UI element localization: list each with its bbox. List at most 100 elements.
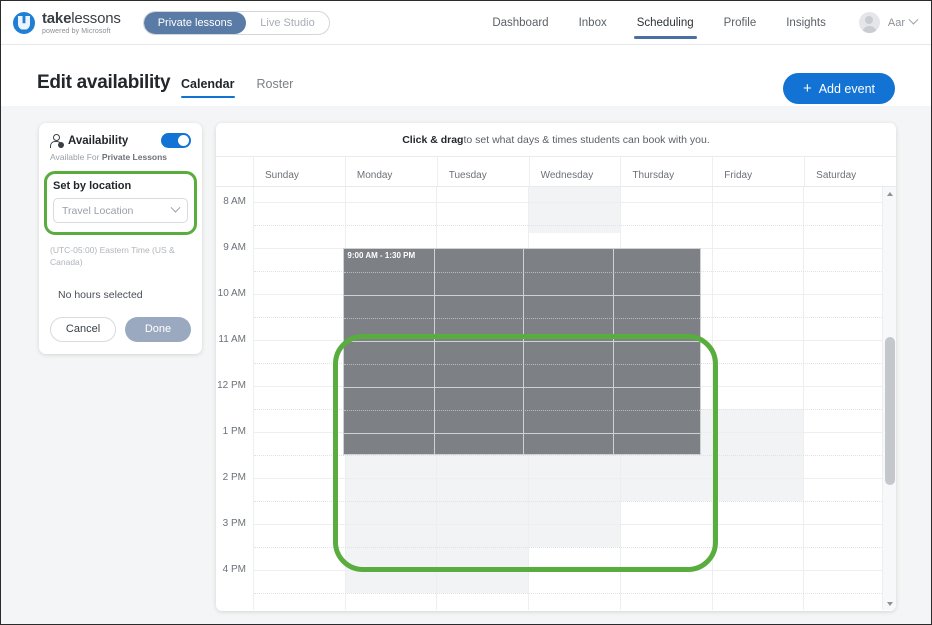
scrollbar-thumb[interactable] — [885, 337, 895, 485]
selection-grid-line — [344, 272, 701, 273]
grid-line — [254, 524, 896, 525]
segment-private-lessons[interactable]: Private lessons — [143, 11, 247, 34]
main-nav: Dashboard Inbox Scheduling Profile Insig… — [477, 1, 931, 45]
selection-grid-line — [344, 364, 701, 365]
calendar-scrollbar[interactable] — [882, 187, 896, 610]
logo-bold: take — [42, 9, 72, 27]
grid-line — [254, 455, 896, 456]
day-header-sunday: Sunday — [254, 157, 346, 186]
page-body: Availability Available For Private Lesso… — [1, 106, 931, 624]
day-header-wednesday: Wednesday — [530, 157, 622, 186]
selection-grid-line — [344, 318, 701, 319]
availability-header-row: Availability — [50, 133, 191, 148]
selection-grid-line — [344, 341, 701, 342]
selection-day-divider — [612, 249, 614, 454]
logo-subtitle: powered by Microsoft — [42, 27, 111, 35]
add-event-button[interactable]: + Add event — [782, 73, 895, 104]
grid-line — [254, 478, 896, 479]
time-label-11-am: 11 AM — [218, 334, 246, 345]
day-header-thursday: Thursday — [621, 157, 714, 186]
banner-rest-text: to set what days & times students can bo… — [463, 133, 710, 146]
cancel-button[interactable]: Cancel — [50, 316, 117, 342]
grid-line — [254, 570, 896, 571]
time-label-9-am: 9 AM — [223, 242, 246, 253]
panel-actions: Cancel Done — [50, 316, 191, 342]
plus-icon: + — [802, 80, 812, 97]
time-gutter-header — [216, 157, 254, 186]
day-header-tuesday: Tuesday — [438, 157, 530, 186]
selection-day-divider — [433, 249, 435, 454]
time-label-1-pm: 1 PM — [222, 426, 246, 437]
add-event-label: Add event — [818, 81, 875, 96]
nav-item-inbox[interactable]: Inbox — [564, 1, 622, 45]
nav-item-dashboard[interactable]: Dashboard — [477, 1, 563, 45]
user-avatar-icon — [858, 12, 880, 33]
subtab-roster[interactable]: Roster — [257, 77, 294, 98]
logo-light: lessons — [71, 9, 121, 27]
grid-line — [254, 547, 896, 548]
time-label-2-pm: 2 PM — [222, 472, 246, 483]
page-subtabs: Calendar Roster — [181, 77, 315, 98]
user-menu[interactable]: Aar — [858, 12, 919, 33]
availability-panel: Availability Available For Private Lesso… — [39, 123, 202, 354]
calendar-grid[interactable]: 8 AM 9 AM 10 AM 11 AM 12 PM 1 PM 2 PM 3 PM 4 PM … — [216, 187, 896, 610]
selection-grid-line — [344, 410, 701, 411]
selection-grid-line — [344, 387, 701, 388]
set-by-location-label: Set by location — [53, 180, 132, 192]
top-navigation-bar: takelessons powered by Microsoft Private… — [1, 1, 931, 45]
set-by-location-highlight: Set by location Travel Location — [44, 171, 197, 235]
time-label-10-am: 10 AM — [217, 288, 246, 299]
available-for-text: Available For Private Lessons — [50, 152, 191, 162]
time-label-4-pm: 4 PM — [222, 564, 246, 575]
calendar-panel: Click & drag to set what days & times st… — [216, 123, 896, 611]
selection-grid-line — [344, 433, 701, 434]
grid-line — [254, 593, 896, 594]
calendar-instruction-banner: Click & drag to set what days & times st… — [216, 123, 896, 157]
lesson-mode-segmented-control[interactable]: Private lessons Live Studio — [142, 10, 330, 35]
availability-title: Availability — [68, 134, 129, 147]
banner-bold-text: Click & drag — [402, 133, 464, 146]
availability-title-group: Availability — [50, 134, 129, 148]
no-hours-selected-text: No hours selected — [58, 288, 143, 301]
chevron-down-icon — [908, 14, 919, 25]
time-label-8-am: 8 AM — [223, 196, 246, 207]
selection-day-divider — [523, 249, 525, 454]
calendar-day-header: Sunday Monday Tuesday Wednesday Thursday… — [216, 157, 896, 187]
grid-line — [254, 225, 896, 226]
nav-item-profile[interactable]: Profile — [709, 1, 772, 45]
takelessons-logo-icon — [13, 11, 35, 34]
time-label-3-pm: 3 PM — [222, 518, 246, 529]
column-shade — [529, 187, 620, 233]
availability-toggle[interactable] — [161, 133, 191, 148]
person-availability-icon — [50, 134, 64, 148]
grid-line — [254, 202, 896, 203]
nav-item-scheduling[interactable]: Scheduling — [622, 1, 709, 45]
grid-line — [254, 501, 896, 502]
scroll-up-arrow-icon[interactable] — [883, 187, 896, 200]
selection-grid-line — [344, 295, 701, 296]
takelessons-logo[interactable]: takelessons powered by Microsoft — [13, 11, 121, 35]
selection-time-label: 9:00 AM - 1:30 PM — [347, 251, 416, 260]
location-select-value: Travel Location — [62, 204, 134, 217]
time-label-12-pm: 12 PM — [217, 380, 246, 391]
day-header-monday: Monday — [346, 157, 438, 186]
segment-live-studio[interactable]: Live Studio — [246, 12, 328, 34]
scroll-down-arrow-icon[interactable] — [883, 597, 896, 610]
location-select[interactable]: Travel Location — [53, 198, 188, 223]
page-title: Edit availability — [37, 72, 171, 93]
done-button[interactable]: Done — [125, 316, 191, 342]
day-header-friday: Friday — [713, 157, 806, 186]
logo-text: takelessons powered by Microsoft — [42, 11, 121, 35]
availability-selection-block[interactable]: 9:00 AM - 1:30 PM — [343, 248, 702, 455]
time-gutter: 8 AM 9 AM 10 AM 11 AM 12 PM 1 PM 2 PM 3 PM 4 PM — [216, 187, 254, 610]
nav-item-insights[interactable]: Insights — [771, 1, 841, 45]
app-window: takelessons powered by Microsoft Private… — [0, 0, 932, 625]
day-columns[interactable]: 9:00 AM - 1:30 PM — [254, 187, 896, 610]
user-name-label: Aar — [887, 16, 905, 29]
day-header-saturday: Saturday — [816, 170, 857, 181]
chevron-down-icon — [170, 202, 181, 213]
subtab-calendar[interactable]: Calendar — [181, 77, 235, 98]
available-for-prefix: Available For — [50, 152, 102, 162]
timezone-label: (UTC-05:00) Eastern Time (US & Canada) — [50, 245, 175, 268]
available-for-value: Private Lessons — [101, 152, 168, 162]
